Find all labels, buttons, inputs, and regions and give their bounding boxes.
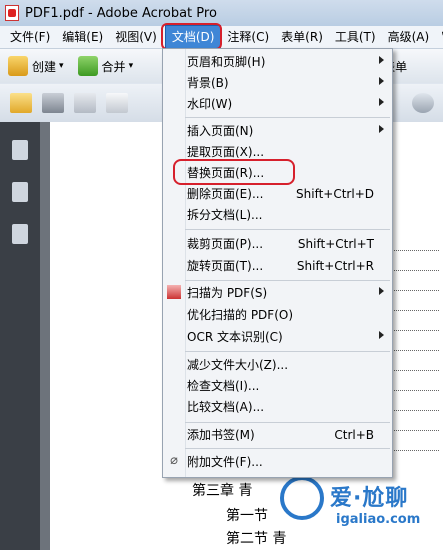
window-title: PDF1.pdf - Adobe Acrobat Pro — [25, 5, 217, 21]
menu-item-shortcut: Shift+Ctrl+R — [296, 258, 374, 273]
submenu-arrow-icon — [379, 125, 384, 133]
menu-item-split-document[interactable]: 拆分文档(L)... — [163, 204, 392, 225]
menu-item-label: OCR 文本识别(C) — [187, 330, 283, 344]
highlight-replace-pages — [173, 159, 295, 185]
create-pdf-icon — [8, 56, 28, 76]
doc-text-line: 第一节 — [226, 508, 268, 524]
open-folder-icon[interactable] — [10, 93, 32, 113]
menu-item-scan-to-pdf[interactable]: 扫描为 PDF(S) — [163, 282, 392, 303]
menu-item-add-bookmark[interactable]: 添加书签(M) Ctrl+B — [163, 424, 392, 445]
document-menu: 页眉和页脚(H) 背景(B) 水印(W) 插入页面(N) 提取页面(X)... … — [162, 48, 393, 478]
email-icon[interactable] — [106, 93, 128, 113]
create-button[interactable]: 创建 ▾ — [8, 53, 64, 79]
submenu-arrow-icon — [379, 98, 384, 106]
scanner-icon — [167, 285, 181, 299]
menu-separator — [185, 422, 390, 423]
menu-item-delete-pages[interactable]: 删除页面(E)... Shift+Ctrl+D — [163, 183, 392, 204]
menu-edit[interactable]: 编辑(E) — [56, 26, 109, 48]
menu-separator — [185, 351, 390, 352]
menu-separator — [185, 448, 390, 449]
menu-item-attach-file[interactable]: ⌀ 附加文件(F)... — [163, 451, 392, 472]
watermark-url: igaliao.com — [336, 512, 421, 527]
menu-forms[interactable]: 表单(R) — [275, 26, 329, 48]
menu-separator — [185, 280, 390, 281]
menu-item-label: 减少文件大小(Z)... — [187, 358, 289, 372]
menu-item-examine-document[interactable]: 检查文档(I)... — [163, 375, 392, 396]
menu-item-label: 页眉和页脚(H) — [187, 55, 266, 69]
acrobat-pdf-icon — [5, 5, 19, 21]
menu-advanced[interactable]: 高级(A) — [382, 26, 436, 48]
menu-item-label: 删除页面(E)... — [187, 187, 264, 201]
menu-item-label: 裁剪页面(P)... — [187, 237, 264, 251]
menu-separator — [185, 229, 390, 230]
menu-comments[interactable]: 注释(C) — [221, 26, 275, 48]
menu-item-shortcut: Shift+Ctrl+T — [297, 236, 374, 251]
menu-item-label: 提取页面(X)... — [187, 145, 265, 159]
menu-item-optimize-scanned[interactable]: 优化扫描的 PDF(O) — [163, 304, 392, 325]
submenu-arrow-icon — [379, 77, 384, 85]
menu-separator — [185, 117, 390, 118]
title-bar: PDF1.pdf - Adobe Acrobat Pro — [0, 0, 443, 26]
combine-files-icon — [77, 56, 98, 76]
menu-item-label: 水印(W) — [187, 97, 233, 111]
menu-item-watermark[interactable]: 水印(W) — [163, 93, 392, 114]
watermark: 爱·尬聊 igaliao.com — [280, 468, 440, 548]
pages-icon[interactable] — [12, 140, 28, 160]
menu-item-rotate-pages[interactable]: 旋转页面(T)... Shift+Ctrl+R — [163, 255, 392, 276]
menu-item-label: 检查文档(I)... — [187, 379, 260, 393]
watermark-text: 爱·尬聊 — [330, 486, 409, 511]
highlight-document-menu — [161, 23, 222, 50]
save-icon[interactable] — [74, 93, 96, 113]
watermark-logo-icon — [280, 476, 324, 520]
menu-item-label: 旋转页面(T)... — [187, 259, 264, 273]
menu-item-reduce-size[interactable]: 减少文件大小(Z)... — [163, 354, 392, 375]
submenu-arrow-icon — [379, 287, 384, 295]
create-label: 创建 — [32, 59, 57, 74]
menu-item-label: 拆分文档(L)... — [187, 208, 263, 222]
menu-item-shortcut: Ctrl+B — [334, 427, 374, 442]
menu-tools[interactable]: 工具(T) — [329, 26, 382, 48]
paperclip-icon: ⌀ — [170, 453, 178, 468]
combine-button[interactable]: 合并 ▾ — [77, 53, 134, 79]
doc-text-line: 第三章 青 — [192, 483, 253, 499]
menu-file[interactable]: 文件(F) — [4, 26, 56, 48]
menu-item-compare-documents[interactable]: 比较文档(A)... — [163, 396, 392, 417]
navigation-pane — [0, 122, 40, 550]
menu-item-crop-pages[interactable]: 裁剪页面(P)... Shift+Ctrl+T — [163, 233, 392, 254]
chevron-down-icon: ▾ — [128, 61, 134, 71]
menu-item-header-footer[interactable]: 页眉和页脚(H) — [163, 51, 392, 72]
menu-item-label: 背景(B) — [187, 76, 229, 90]
menu-item-insert-pages[interactable]: 插入页面(N) — [163, 120, 392, 141]
submenu-arrow-icon — [379, 56, 384, 64]
doc-text-line: 第二节 青 — [226, 531, 287, 547]
menu-item-background[interactable]: 背景(B) — [163, 72, 392, 93]
menu-item-ocr[interactable]: OCR 文本识别(C) — [163, 326, 392, 347]
submenu-arrow-icon — [379, 331, 384, 339]
menu-window[interactable]: 窗 — [435, 26, 443, 48]
menu-item-label: 添加书签(M) — [187, 428, 255, 442]
print-icon[interactable] — [42, 93, 64, 113]
menu-item-label: 插入页面(N) — [187, 124, 254, 138]
bookmarks-icon[interactable] — [12, 182, 28, 202]
menu-item-shortcut: Shift+Ctrl+D — [296, 186, 374, 201]
menu-view[interactable]: 视图(V) — [109, 26, 163, 48]
signatures-icon[interactable] — [12, 224, 28, 244]
chevron-down-icon: ▾ — [59, 61, 64, 71]
menu-item-label: 附加文件(F)... — [187, 455, 263, 469]
combine-label: 合并 — [101, 59, 126, 74]
menu-item-label: 扫描为 PDF(S) — [187, 286, 268, 300]
menu-item-label: 比较文档(A)... — [187, 400, 265, 414]
menu-item-label: 优化扫描的 PDF(O) — [187, 308, 294, 322]
zoom-icon[interactable] — [412, 93, 434, 113]
